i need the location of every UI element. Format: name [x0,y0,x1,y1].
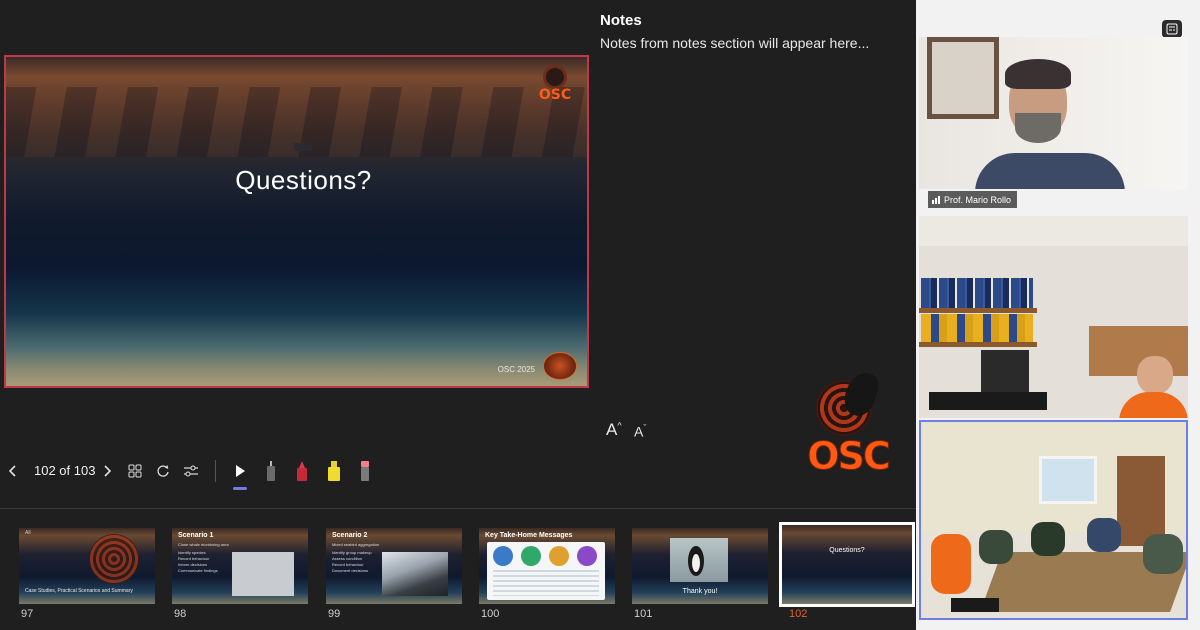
thumbnail-infographic [487,542,605,600]
wall-frame [927,37,999,119]
participant-video-1[interactable] [919,37,1188,189]
shelf [919,342,1037,347]
thumbnail-bullets: Identify species Record behaviour Inform… [178,550,218,573]
next-slide-button[interactable] [98,452,116,490]
previous-slide-button[interactable] [4,452,22,490]
thumbnail-title: Scenario 1 [178,532,214,539]
redaction-bar [929,392,1047,410]
toolbar-divider [215,460,216,482]
target-rings-icon [89,534,139,584]
settings-button[interactable] [182,452,200,490]
binders [921,278,1033,308]
pen-icon [267,461,275,481]
thumbnail-title: Scenario 2 [332,532,368,539]
monitor [981,350,1029,392]
slide-ship [294,143,312,151]
osc-logo-text: OSC [807,434,892,479]
pointer-icon [236,465,245,477]
window [1039,456,1097,504]
pen-tool[interactable] [262,452,280,490]
participant-name-tag: Prof. Mario Rollo [928,191,1018,208]
thumbnail-image [670,538,728,582]
person-shirt [975,153,1125,189]
eraser-tool[interactable] [356,452,374,490]
thumbnail-101[interactable]: Thank you! [632,528,768,604]
person-hair [1005,59,1071,89]
binders [921,314,1033,342]
active-tool-indicator [233,487,247,490]
eraser-icon [361,461,369,481]
notes-title: Notes [600,12,642,29]
decrease-font-button[interactable]: Aˇ [634,423,646,440]
chevron-left-icon [8,465,16,477]
person [979,530,1013,564]
door [1117,456,1165,546]
thumbnail-title: Key Take-Home Messages [485,532,573,539]
thumbnail-image [382,552,448,596]
thumbnail-image [232,552,294,596]
slide-logo: OSC [535,65,575,107]
slide-counter: 102 of 103 [34,463,96,478]
thumbnail-subtitle: Case Studies, Practical Scenarios and Su… [25,588,133,594]
grid-icon [128,464,142,478]
person-head [1137,356,1173,394]
slide-badge-icon [543,352,577,380]
shelf [919,308,1037,313]
highlighter-tool[interactable] [325,452,343,490]
marker-icon [297,461,307,481]
slide-footer: OSC 2025 [497,365,535,374]
person [1143,534,1183,574]
thumbnail-97[interactable]: All Case Studies, Practical Scenarios an… [19,528,155,604]
person-beard [1015,113,1061,143]
thumbnail-number: 99 [328,608,341,620]
layout-icon [1166,23,1178,35]
thumbnail-caption: Thank you! [682,588,718,595]
thumbnail-number: 98 [174,608,187,620]
sync-button[interactable] [154,452,172,490]
thumbnail-102[interactable]: Questions? [779,522,915,607]
pointer-tool[interactable] [231,452,249,490]
chevron-right-icon [104,465,112,477]
thumbnail-100[interactable]: Key Take-Home Messages [479,528,615,604]
sliders-icon [184,465,198,477]
thumbnail-number: 101 [634,608,653,620]
thumbnail-number-active: 102 [789,608,808,620]
marker-tool[interactable] [293,452,311,490]
thumbnail-number: 100 [481,608,500,620]
person [931,534,971,594]
thumbnail-number: 97 [21,608,34,620]
participant-video-3[interactable] [919,420,1188,620]
person [1087,518,1121,552]
thumbnail-caption: Questions? [829,547,865,554]
presenter-view: Questions? OSC OSC 2025 Notes Notes from… [0,0,916,630]
slide-title: Questions? [235,165,372,195]
slide-toolbar: 102 of 103 [0,452,400,490]
notes-placeholder: Notes from notes section will appear her… [600,35,870,51]
highlighter-icon [328,461,340,481]
video-panel: Prof. Mario Rollo [916,0,1200,630]
thumbnail-strip: All Case Studies, Practical Scenarios an… [0,518,916,630]
thumbnail-98[interactable]: Scenario 1 Close whale monitoring area I… [172,528,308,604]
current-slide[interactable]: Questions? OSC OSC 2025 [4,55,589,388]
participant-video-2[interactable] [919,216,1188,418]
signal-bars-icon [932,195,940,204]
thumbnail-bullets: Identify group makeup Assess condition R… [332,550,372,573]
thumbnail-99[interactable]: Scenario 2 Mixed seabird aggregation Ide… [326,528,462,604]
refresh-icon [157,465,169,477]
person-shirt [1119,392,1188,418]
grid-view-button[interactable] [126,452,144,490]
osc-logo: OSC [806,368,892,484]
thumbnail-separator [0,508,916,509]
redaction-bar [951,598,999,612]
layout-button[interactable] [1162,20,1182,38]
slide-logo-text: OSC [538,87,572,103]
person [1031,522,1065,556]
increase-font-button[interactable]: A^ [606,420,622,440]
